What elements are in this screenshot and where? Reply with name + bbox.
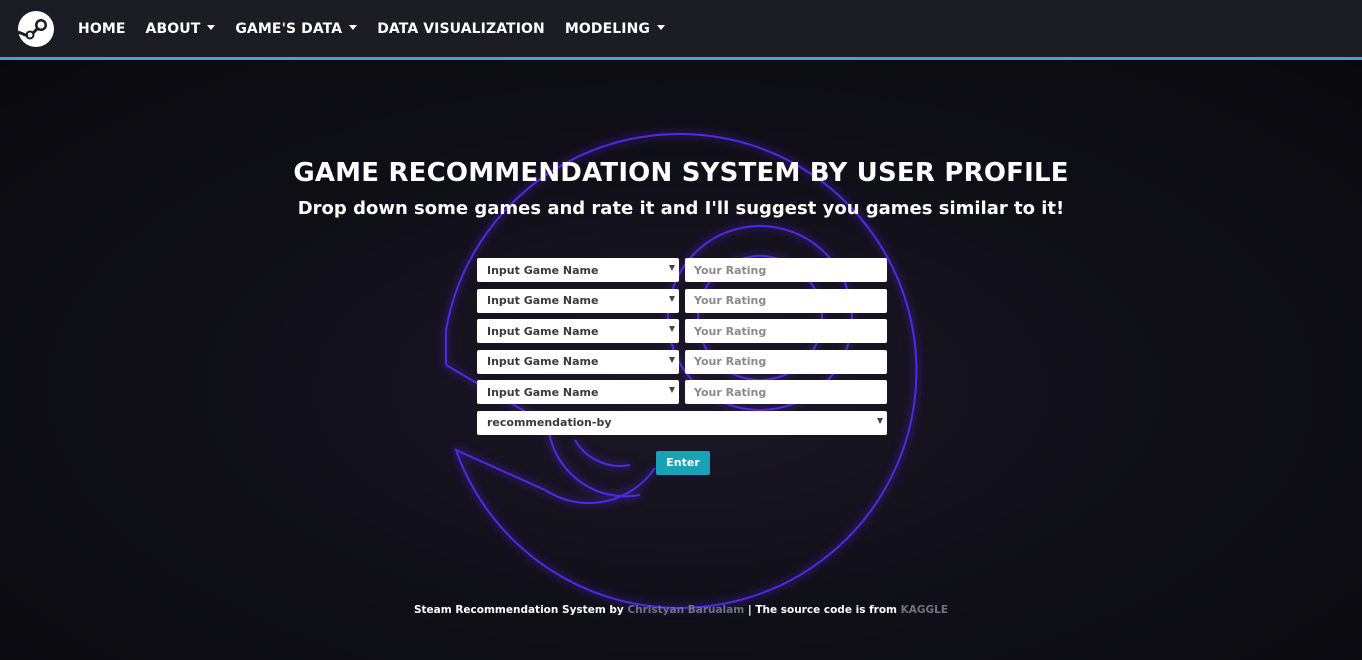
rating-input[interactable] — [685, 380, 887, 405]
nav-about[interactable]: ABOUT — [136, 0, 226, 57]
navbar: HOME ABOUT GAME'S DATA DATA VISUALIZATIO… — [0, 0, 1362, 60]
rating-input[interactable] — [685, 319, 887, 344]
footer-prefix: Steam Recommendation System by — [413, 604, 624, 616]
page-title: GAME RECOMMENDATION SYSTEM BY USER PROFI… — [293, 158, 1069, 188]
footer-separator: | The source code is from — [747, 604, 898, 616]
recommendation-by-select-value: recommendation-by — [487, 416, 612, 430]
caret-down-icon — [207, 25, 216, 30]
enter-button[interactable]: Enter — [656, 450, 710, 475]
nav-modeling-label: MODELING — [564, 20, 650, 37]
nav-about-label: ABOUT — [145, 20, 201, 37]
page-subtitle: Drop down some games and rate it and I'l… — [297, 198, 1065, 219]
recommendation-form: Input Game Name Input Game Name Input Ga… — [477, 258, 887, 475]
rating-input[interactable] — [685, 258, 887, 282]
recommendation-row: recommendation-by — [477, 410, 887, 435]
nav-data-visualization-label: DATA VISUALIZATION — [377, 20, 545, 37]
recommendation-by-select[interactable]: recommendation-by — [477, 410, 887, 435]
footer: Steam Recommendation System by Christyan… — [0, 604, 1362, 616]
submit-wrapper: Enter — [477, 450, 887, 475]
rating-input[interactable] — [685, 288, 887, 313]
nav-games-data-label: GAME'S DATA — [235, 20, 343, 37]
caret-down-icon — [657, 25, 665, 30]
game-name-select-value: Input Game Name — [487, 294, 599, 308]
game-name-select[interactable]: Input Game Name — [477, 380, 679, 405]
game-rating-row: Input Game Name — [477, 258, 887, 282]
nav-data-visualization[interactable]: DATA VISUALIZATION — [367, 0, 555, 57]
game-name-select-value: Input Game Name — [487, 324, 599, 338]
dropdown-arrow-icon — [669, 295, 675, 302]
game-rating-row: Input Game Name — [477, 288, 887, 313]
footer-author-link[interactable]: Christyan Barualam — [627, 604, 744, 616]
game-name-select-value: Input Game Name — [487, 355, 599, 369]
nav-games-data[interactable]: GAME'S DATA — [225, 0, 367, 57]
game-rating-row: Input Game Name — [477, 349, 887, 374]
nav-home-label: HOME — [78, 20, 126, 37]
dropdown-arrow-icon — [669, 265, 675, 271]
game-name-select-value: Input Game Name — [487, 263, 599, 277]
game-name-select[interactable]: Input Game Name — [477, 258, 679, 282]
game-name-select-value: Input Game Name — [487, 385, 599, 399]
nav-home[interactable]: HOME — [68, 0, 136, 57]
game-name-select[interactable]: Input Game Name — [477, 349, 679, 374]
dropdown-arrow-icon — [669, 387, 675, 394]
steam-logo-icon[interactable] — [16, 9, 56, 49]
game-rating-row: Input Game Name — [477, 380, 887, 405]
game-rating-row: Input Game Name — [477, 319, 887, 344]
game-name-select[interactable]: Input Game Name — [477, 319, 679, 344]
game-name-select[interactable]: Input Game Name — [477, 288, 679, 313]
dropdown-arrow-icon — [877, 417, 883, 424]
caret-down-icon — [349, 25, 358, 30]
dropdown-arrow-icon — [669, 326, 675, 333]
dropdown-arrow-icon — [669, 356, 675, 363]
footer-source-link[interactable]: KAGGLE — [901, 604, 948, 616]
nav-modeling[interactable]: MODELING — [555, 0, 675, 57]
rating-input[interactable] — [685, 349, 887, 374]
